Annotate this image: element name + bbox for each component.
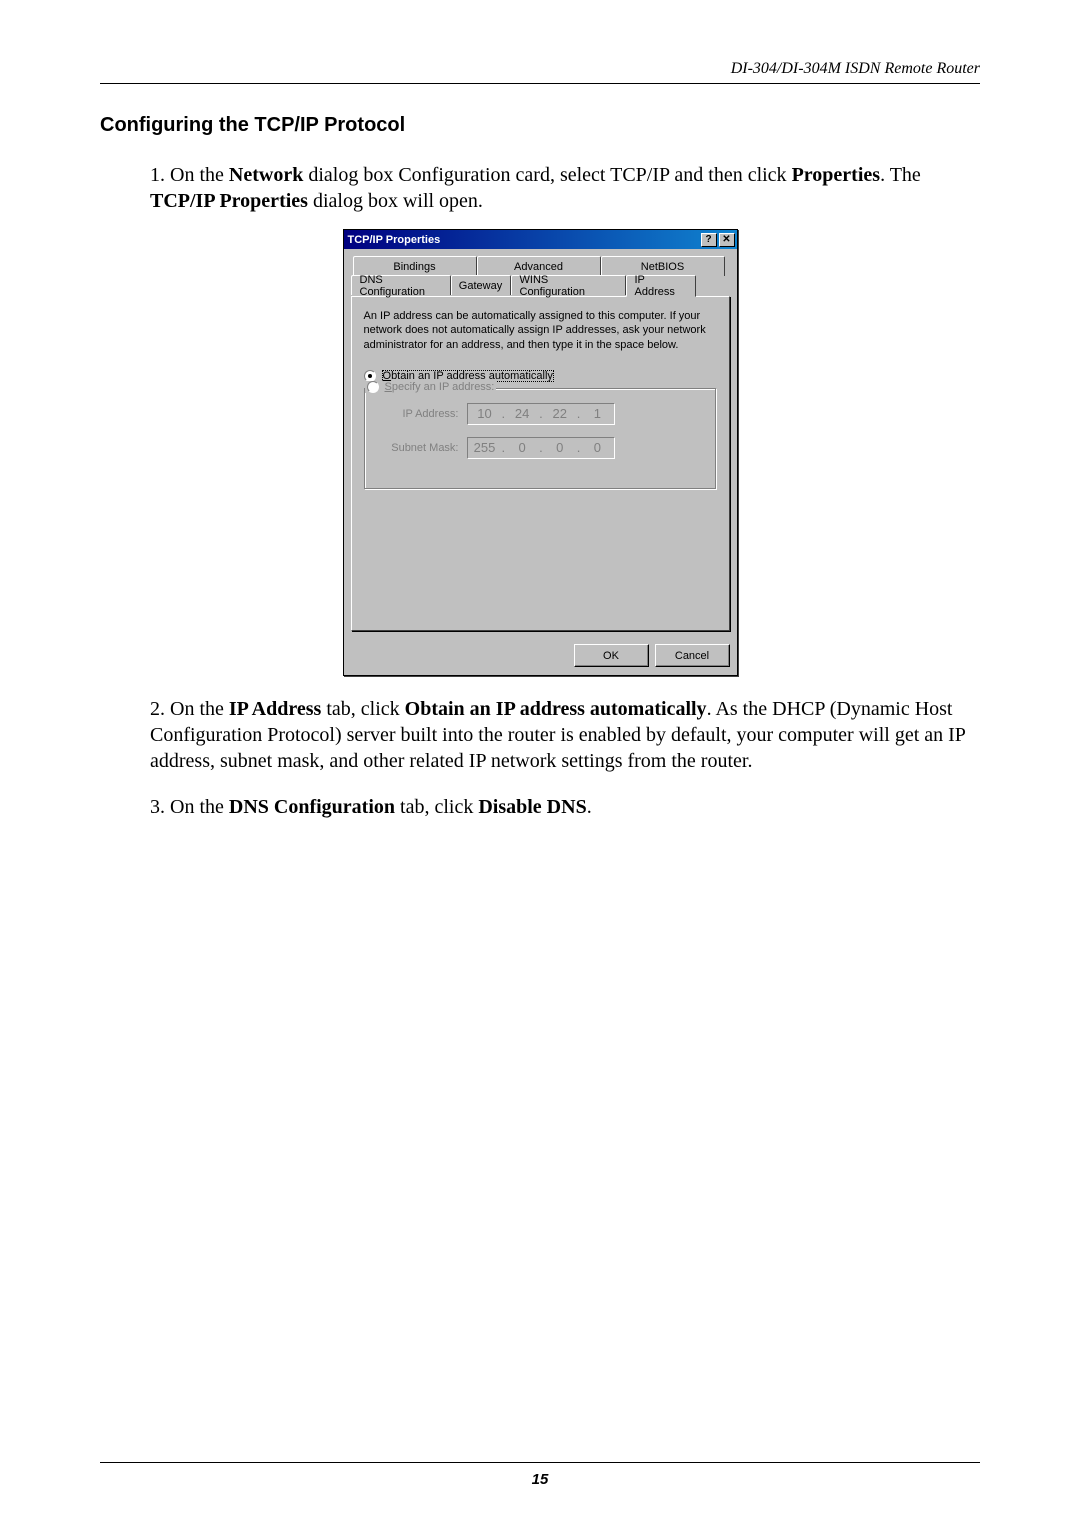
ok-button[interactable]: OK [574, 644, 649, 667]
titlebar[interactable]: TCP/IP Properties ? ✕ [344, 230, 737, 249]
radio-label: Specify an IP address: [385, 381, 495, 393]
tab-gateway[interactable]: Gateway [451, 275, 511, 295]
text: dialog box will open. [308, 190, 483, 212]
ip-octet-3: 22 [543, 404, 577, 424]
paragraph-1: 1. On the Network dialog box Configurati… [150, 162, 980, 214]
ip-octet-4: 1 [580, 404, 614, 424]
radio-unselected-icon [367, 381, 379, 393]
dialog-footer: OK Cancel [344, 638, 737, 675]
dialog-body: Bindings Advanced NetBIOS DNS Configurat… [344, 249, 737, 638]
running-header: DI-304/DI-304M ISDN Remote Router [100, 60, 980, 78]
text-bold: Properties [792, 164, 881, 186]
subnet-mask-input[interactable]: 255 . 0 . 0 . 0 [467, 437, 616, 459]
tab-panel: An IP address can be automatically assig… [351, 296, 730, 631]
ip-address-input[interactable]: 10 . 24 . 22 . 1 [467, 403, 616, 425]
tcpip-properties-dialog: TCP/IP Properties ? ✕ Bindings Advanced … [343, 229, 738, 676]
text-bold: Obtain an IP address automatically [405, 698, 707, 720]
help-button[interactable]: ? [701, 233, 717, 247]
ip-octet-2: 24 [505, 404, 539, 424]
dialog-screenshot: TCP/IP Properties ? ✕ Bindings Advanced … [100, 229, 980, 676]
text-bold: DNS Configuration [229, 796, 395, 818]
radio-specify-ip[interactable]: Specify an IP address: [365, 381, 497, 393]
text: 2. On the [150, 698, 229, 720]
mask-octet-1: 255 [468, 438, 502, 458]
ip-address-row: IP Address: 10 . 24 . 22 . 1 [377, 403, 704, 425]
text: . The [880, 164, 921, 186]
text-bold: Disable DNS [478, 796, 586, 818]
tabs-row-front: DNS Configuration Gateway WINS Configura… [351, 275, 730, 296]
mask-octet-2: 0 [505, 438, 539, 458]
paragraph-2: 2. On the IP Address tab, click Obtain a… [150, 696, 980, 774]
radio-dot-icon [368, 374, 372, 378]
dialog-title: TCP/IP Properties [348, 234, 441, 246]
radio-group: Obtain an IP address automatically Speci… [364, 370, 717, 490]
tab-wins-configuration[interactable]: WINS Configuration [511, 275, 626, 295]
subnet-mask-row: Subnet Mask: 255 . 0 . 0 . 0 [377, 437, 704, 459]
ip-address-label: IP Address: [377, 408, 467, 420]
tab-dns-configuration[interactable]: DNS Configuration [351, 275, 451, 295]
paragraph-3: 3. On the DNS Configuration tab, click D… [150, 794, 980, 820]
close-button[interactable]: ✕ [719, 233, 735, 247]
ip-octet-1: 10 [468, 404, 502, 424]
page-footer: 15 [100, 1462, 980, 1488]
text: 1. On the [150, 164, 229, 186]
section-heading: Configuring the TCP/IP Protocol [100, 114, 980, 137]
mask-octet-4: 0 [580, 438, 614, 458]
body-content: 2. On the IP Address tab, click Obtain a… [150, 696, 980, 820]
text: . [587, 796, 592, 818]
text-bold: Network [229, 164, 303, 186]
mask-octet-3: 0 [543, 438, 577, 458]
text: tab, click [395, 796, 478, 818]
text: 3. On the [150, 796, 229, 818]
subnet-mask-label: Subnet Mask: [377, 442, 467, 454]
tab-netbios[interactable]: NetBIOS [601, 256, 725, 276]
label-rest: pecify an IP address: [392, 381, 495, 393]
header-divider [100, 83, 980, 84]
tab-ip-address[interactable]: IP Address [626, 275, 696, 297]
accel-char: S [385, 381, 392, 393]
text: tab, click [321, 698, 404, 720]
text: dialog box Configuration card, select TC… [303, 164, 791, 186]
titlebar-buttons: ? ✕ [701, 233, 735, 247]
cancel-button[interactable]: Cancel [655, 644, 730, 667]
page-number: 15 [100, 1471, 980, 1488]
text-bold: IP Address [229, 698, 321, 720]
body-content: 1. On the Network dialog box Configurati… [150, 162, 980, 214]
specify-ip-fieldset: Specify an IP address: IP Address: 10 . … [364, 388, 717, 490]
text-bold: TCP/IP Properties [150, 190, 308, 212]
footer-divider [100, 1462, 980, 1463]
description-text: An IP address can be automatically assig… [364, 309, 717, 352]
